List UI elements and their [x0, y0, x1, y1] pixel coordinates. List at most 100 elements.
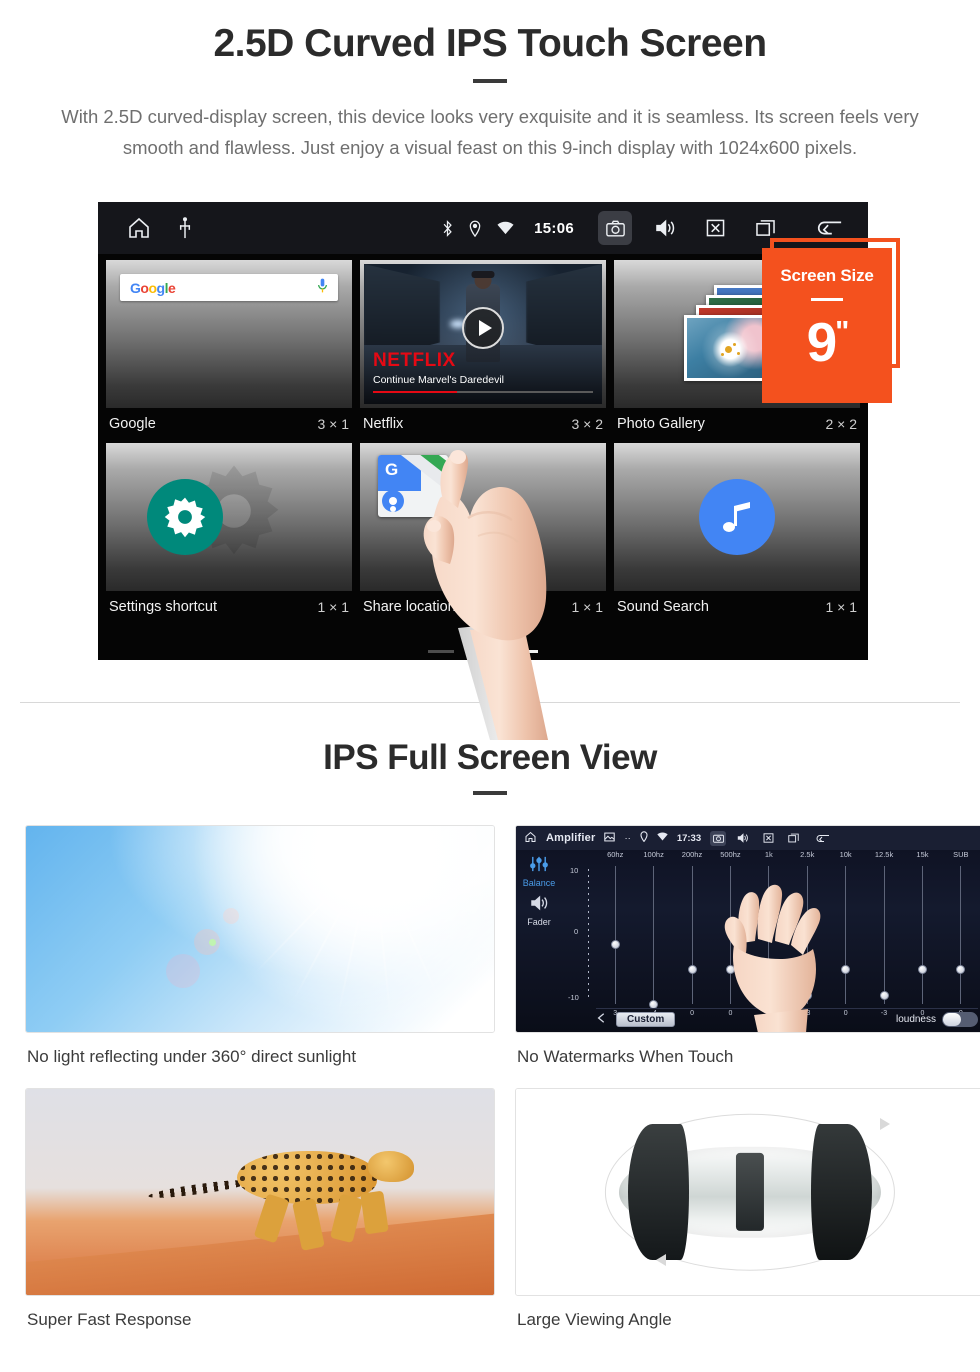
- badge-rule: [811, 298, 843, 301]
- back-arrow-icon[interactable]: [814, 831, 830, 846]
- google-maps-icon[interactable]: G: [378, 455, 448, 517]
- slider-track: [653, 866, 655, 1004]
- page-indicator[interactable]: [98, 650, 868, 653]
- equalizer-slider[interactable]: -3: [865, 866, 903, 1017]
- slider-track: [960, 866, 962, 1004]
- wifi-icon: [497, 221, 514, 235]
- microphone-icon[interactable]: [317, 278, 328, 298]
- page-dot[interactable]: [470, 650, 496, 653]
- sliders-icon[interactable]: [529, 856, 549, 876]
- feature-caption: No Watermarks When Touch: [517, 1047, 734, 1066]
- home-icon[interactable]: [524, 831, 537, 846]
- sunny-sky-photo: [25, 825, 495, 1033]
- slider-track: [883, 866, 885, 1004]
- slider-knob[interactable]: [879, 991, 889, 1001]
- maps-g-letter: G: [385, 460, 399, 479]
- feature-caption: No light reflecting under 360° direct su…: [27, 1047, 357, 1066]
- chevron-left-icon[interactable]: [596, 1011, 608, 1029]
- fader-label[interactable]: Fader: [516, 917, 562, 927]
- volume-icon[interactable]: [648, 211, 682, 245]
- widget-label: Google: [109, 416, 156, 432]
- widget-share-location[interactable]: G Share location 1 × 1: [360, 443, 606, 626]
- camera-icon[interactable]: [598, 211, 632, 245]
- widget-label: Share location: [363, 599, 456, 615]
- band-label: 1k: [764, 850, 773, 859]
- equalizer-slider[interactable]: 0: [942, 866, 980, 1017]
- amplifier-clock: 17:33: [676, 832, 702, 844]
- widget-size: 3 × 2: [571, 416, 603, 432]
- page-dot-active[interactable]: [512, 650, 538, 653]
- equalizer-slider[interactable]: 0: [673, 866, 711, 1017]
- widget-label: Photo Gallery: [617, 416, 705, 432]
- status-bar-clock: 15:06: [534, 219, 574, 237]
- bluetooth-icon: [442, 219, 453, 237]
- loudness-label: loudness: [895, 1014, 936, 1025]
- widget-google[interactable]: Google Google 3 × 1: [106, 260, 352, 443]
- android-home-screen-screenshot: 15:06 Google Google 3 × 1 NETFLIX Contin…: [98, 202, 868, 660]
- rotation-arrow-icon: [880, 1117, 891, 1130]
- slider-track: [921, 866, 923, 1004]
- page-dot[interactable]: [428, 650, 454, 653]
- slider-knob[interactable]: [610, 939, 620, 949]
- widget-settings-shortcut[interactable]: Settings shortcut 1 × 1: [106, 443, 352, 626]
- close-box-icon[interactable]: [760, 831, 776, 846]
- preset-custom-button[interactable]: Custom: [616, 1012, 676, 1027]
- section-description: With 2.5D curved-display screen, this de…: [61, 106, 919, 158]
- netflix-progress-bar: [373, 391, 593, 393]
- section2-title: IPS Full Screen View: [323, 738, 657, 777]
- recent-apps-icon[interactable]: [785, 831, 801, 846]
- widget-grid: Google Google 3 × 1 NETFLIX Continue Mar…: [98, 254, 868, 660]
- equalizer-slider[interactable]: 3: [596, 866, 634, 1017]
- balance-label[interactable]: Balance: [516, 878, 562, 888]
- wifi-icon: [657, 832, 668, 844]
- running-cheetah-photo: [25, 1088, 495, 1296]
- band-label: 200hz: [681, 850, 703, 859]
- volume-icon[interactable]: [735, 831, 751, 846]
- band-label: 10k: [839, 850, 852, 859]
- equalizer-panel: 60hz 100hz 200hz 500hz 1k 2.5k 10k 12.5k…: [562, 850, 980, 1032]
- usb-icon[interactable]: [178, 217, 192, 239]
- play-icon[interactable]: [462, 307, 504, 350]
- slider-knob[interactable]: [956, 965, 966, 975]
- band-label: 500hz: [720, 850, 741, 859]
- section2-title-underline: [473, 791, 507, 795]
- more-icon: ··: [624, 832, 631, 844]
- feature-tile-viewing-angle: Large Viewing Angle: [490, 1088, 980, 1330]
- equalizer-slider[interactable]: 0: [903, 866, 941, 1017]
- amplifier-title: Amplifier: [546, 832, 596, 844]
- slider-track: [845, 866, 847, 1004]
- slider-knob[interactable]: [687, 965, 697, 975]
- speaker-icon[interactable]: [530, 895, 549, 916]
- widget-size: 1 × 1: [571, 599, 603, 615]
- home-icon[interactable]: [126, 216, 152, 240]
- band-label: 60hz: [607, 850, 624, 859]
- amplifier-equalizer-screenshot: Amplifier ·· 17:33 Balance Fader 60hz 10…: [515, 825, 980, 1033]
- screen-size-badge: Screen Size 9": [762, 248, 892, 403]
- feature-tile-response: Super Fast Response: [0, 1088, 495, 1330]
- netflix-artwork: NETFLIX Continue Marvel's Daredevil: [364, 264, 602, 404]
- slider-knob[interactable]: [917, 965, 927, 975]
- widget-size: 1 × 1: [825, 599, 857, 615]
- music-note-icon[interactable]: [699, 479, 775, 555]
- widget-size: 3 × 1: [317, 416, 349, 432]
- device-status-bar: 15:06: [98, 202, 868, 254]
- loudness-toggle[interactable]: [942, 1012, 978, 1027]
- band-label: 15k: [916, 850, 929, 859]
- feature-row-2: Super Fast Response Large Viewing Angle: [0, 1088, 980, 1330]
- google-search-bar[interactable]: Google: [120, 274, 338, 301]
- widget-sound-search[interactable]: Sound Search 1 × 1: [614, 443, 860, 626]
- equalizer-slider[interactable]: -4: [634, 866, 672, 1017]
- slider-knob[interactable]: [841, 965, 851, 975]
- screen-size-value: 9: [806, 311, 838, 373]
- title-underline-rule: [473, 79, 507, 83]
- camera-icon[interactable]: [710, 830, 727, 846]
- equalizer-band-labels: 60hz 100hz 200hz 500hz 1k 2.5k 10k 12.5k…: [562, 850, 980, 859]
- widget-netflix[interactable]: NETFLIX Continue Marvel's Daredevil Netf…: [360, 260, 606, 443]
- section-divider: [20, 702, 960, 703]
- location-pin-icon: [469, 220, 481, 237]
- amplifier-status-bar: Amplifier ·· 17:33: [516, 826, 980, 850]
- location-pin-icon: [640, 831, 648, 845]
- close-box-icon[interactable]: [698, 211, 732, 245]
- widget-size: 1 × 1: [317, 599, 349, 615]
- gear-icon[interactable]: [146, 479, 223, 555]
